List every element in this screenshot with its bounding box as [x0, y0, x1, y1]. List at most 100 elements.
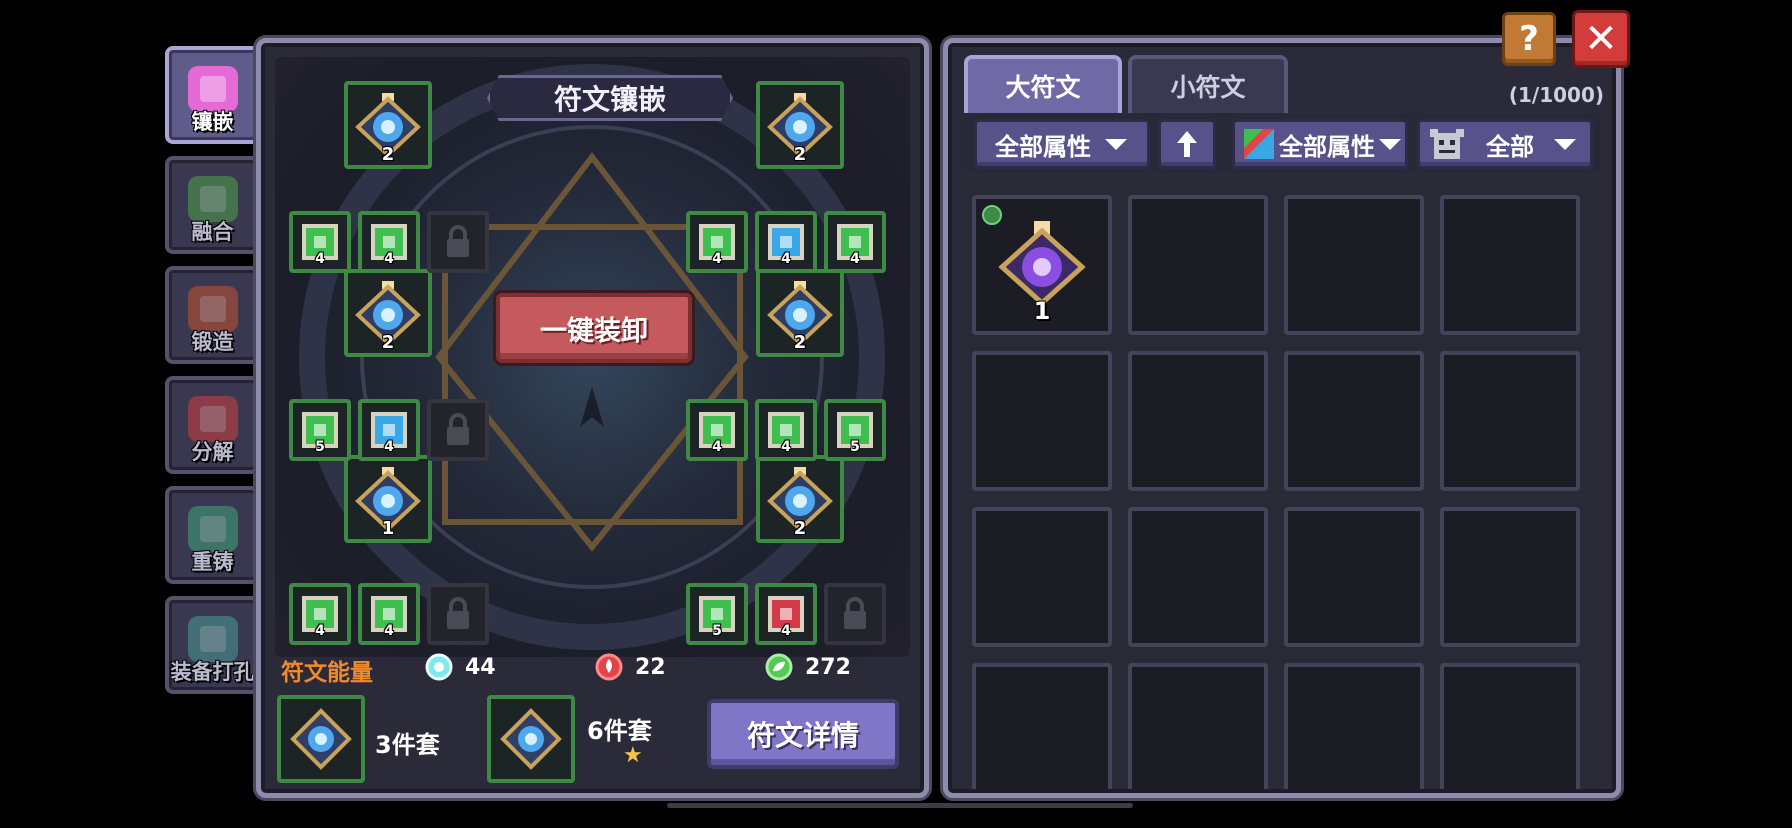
tab-small-runes[interactable]: 小符文 — [1128, 55, 1288, 113]
type-filter-dropdown[interactable]: 全部 — [1417, 119, 1593, 169]
inventory-cell[interactable] — [1284, 351, 1424, 491]
lock-icon — [447, 597, 469, 629]
inventory-cell[interactable] — [1284, 507, 1424, 647]
help-button[interactable]: ? — [1502, 12, 1556, 66]
small-rune-slot[interactable]: 4 — [358, 211, 420, 273]
rune-board: 符文镶嵌 2 2 2 2 1 2 4 4 4 4 4 5 4 4 4 5 4 4 5 4 一键装卸 — [275, 57, 910, 657]
rune-level: 2 — [381, 144, 395, 165]
inventory-cell[interactable] — [1128, 663, 1268, 789]
rune-level: 1 — [1033, 297, 1051, 325]
set-3-label: 3件套 — [375, 731, 440, 759]
inventory-cell[interactable] — [1128, 195, 1268, 335]
close-button[interactable]: ✕ — [1572, 10, 1630, 68]
inventory-cell[interactable] — [1128, 351, 1268, 491]
board-title: 符文镶嵌 — [487, 75, 733, 121]
side-tab-label: 融合 — [191, 220, 234, 244]
new-item-badge — [982, 205, 1002, 225]
inventory-cell[interactable] — [972, 351, 1112, 491]
set-rune-icon — [290, 708, 352, 770]
rune-level: 4 — [384, 623, 394, 639]
inventory-cell[interactable] — [1128, 507, 1268, 647]
side-tab-3[interactable]: 分解 — [165, 376, 260, 474]
small-rune-slot[interactable]: 4 — [686, 211, 748, 273]
star-icon: ★ — [623, 743, 643, 768]
side-tab-2[interactable]: 锻造 — [165, 266, 260, 364]
small-rune-slot[interactable]: 4 — [755, 211, 817, 273]
locked-rune-slot[interactable] — [824, 583, 886, 645]
element-attribute-icon — [1244, 129, 1274, 159]
big-rune-slot[interactable]: 2 — [756, 269, 844, 357]
side-tab-label: 镶嵌 — [191, 110, 234, 134]
attribute-filter-dropdown[interactable]: 全部属性 — [974, 119, 1150, 169]
lock-icon — [447, 413, 469, 445]
big-rune-slot[interactable]: 2 — [756, 81, 844, 169]
locked-rune-slot[interactable] — [427, 399, 489, 461]
element-filter-dropdown[interactable]: 全部属性 — [1232, 119, 1408, 169]
side-tab-0[interactable]: 镶嵌 — [165, 46, 260, 144]
inventory-cell[interactable] — [1284, 195, 1424, 335]
inventory-cell[interactable] — [1440, 195, 1580, 335]
small-rune-slot[interactable]: 4 — [755, 399, 817, 461]
set-3-slot[interactable] — [277, 695, 365, 783]
side-tab-label: 分解 — [191, 440, 234, 464]
side-tab-5[interactable]: 装备打孔 — [165, 596, 260, 694]
filter-bar: 全部属性 全部属性 全部 — [962, 113, 1602, 173]
small-rune-slot[interactable]: 5 — [824, 399, 886, 461]
rune-set-row: 3件套 6件套 ★ 符文详情 — [275, 691, 910, 787]
rune-level: 4 — [712, 251, 722, 267]
inventory-cell[interactable] — [1284, 663, 1424, 789]
small-rune-slot[interactable]: 4 — [289, 583, 351, 645]
small-rune-slot[interactable]: 5 — [289, 399, 351, 461]
energy-fire-value: 22 — [635, 654, 666, 680]
side-tab-4[interactable]: 重铸 — [165, 486, 260, 584]
inventory-cell[interactable] — [1440, 351, 1580, 491]
one-click-unequip-button[interactable]: 一键装卸 — [496, 293, 692, 363]
lock-icon — [447, 225, 469, 257]
rune-level: 5 — [315, 439, 325, 455]
locked-rune-slot[interactable] — [427, 583, 489, 645]
small-rune-slot[interactable]: 4 — [686, 399, 748, 461]
rune-level: 4 — [781, 623, 791, 639]
small-rune-slot[interactable]: 4 — [358, 399, 420, 461]
rune-level: 4 — [315, 623, 325, 639]
inventory-cell[interactable] — [972, 507, 1112, 647]
big-rune-slot[interactable]: 2 — [344, 269, 432, 357]
big-rune-slot[interactable]: 2 — [344, 81, 432, 169]
rune-level: 4 — [384, 251, 394, 267]
small-rune-slot[interactable]: 5 — [686, 583, 748, 645]
big-rune-slot[interactable]: 2 — [756, 455, 844, 543]
locked-rune-slot[interactable] — [427, 211, 489, 273]
inventory-cell[interactable] — [1440, 507, 1580, 647]
chevron-down-icon — [1379, 138, 1401, 150]
rune-level: 5 — [712, 623, 722, 639]
rune-level: 4 — [712, 439, 722, 455]
close-icon: ✕ — [1584, 16, 1618, 62]
set-6-slot[interactable] — [487, 695, 575, 783]
rune-inlay-panel: 符文镶嵌 222212 44444544454454 一键装卸 符文能量 44 … — [256, 38, 929, 798]
fire-energy-icon — [595, 653, 623, 681]
rune-energy-row: 符文能量 44 22 272 — [275, 643, 910, 695]
small-rune-slot[interactable]: 4 — [755, 583, 817, 645]
energy-cyan-value: 44 — [465, 654, 496, 680]
home-indicator — [667, 803, 1133, 808]
energy-fire: 22 — [595, 653, 666, 681]
small-rune-slot[interactable]: 4 — [358, 583, 420, 645]
rune-level: 4 — [315, 251, 325, 267]
inventory-cell[interactable] — [1440, 663, 1580, 789]
cyan-energy-icon — [425, 653, 453, 681]
side-tab-1[interactable]: 融合 — [165, 156, 260, 254]
small-rune-slot[interactable]: 4 — [824, 211, 886, 273]
tab-big-runes[interactable]: 大符文 — [964, 55, 1122, 113]
rune-details-button[interactable]: 符文详情 — [707, 699, 899, 769]
small-rune-slot[interactable]: 4 — [289, 211, 351, 273]
sort-order-button[interactable] — [1158, 119, 1216, 169]
rune-level: 4 — [850, 251, 860, 267]
green-energy-icon — [765, 653, 793, 681]
chevron-down-icon — [1105, 138, 1127, 150]
rune-inventory-panel: 大符文 小符文 (1/1000) 全部属性 全部属性 全部 1 — [943, 38, 1621, 798]
side-tab-label: 锻造 — [191, 330, 234, 354]
inventory-cell[interactable] — [972, 663, 1112, 789]
big-rune-slot[interactable]: 1 — [344, 455, 432, 543]
inventory-cell[interactable]: 1 — [972, 195, 1112, 335]
monster-icon — [1430, 129, 1464, 159]
